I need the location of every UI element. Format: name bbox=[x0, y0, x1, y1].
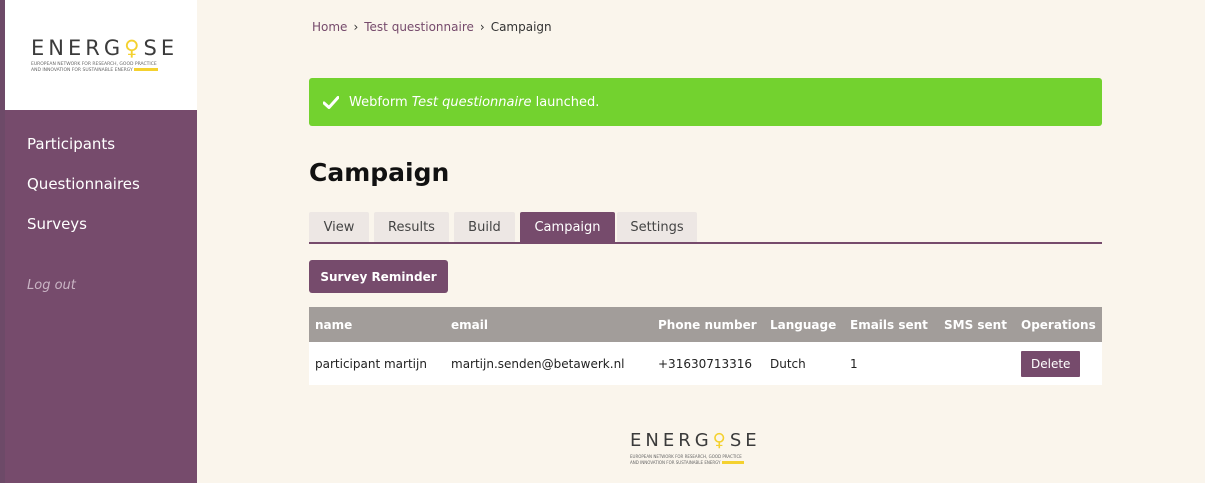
status-message-text: Webform Test questionnaire launched. bbox=[349, 94, 600, 110]
delete-button[interactable]: Delete bbox=[1021, 350, 1081, 377]
breadcrumb: Home › Test questionnaire › Campaign bbox=[312, 20, 552, 34]
status-message: Webform Test questionnaire launched. bbox=[309, 78, 1102, 126]
tab-settings[interactable]: Settings bbox=[617, 212, 697, 242]
column-header-email[interactable]: email bbox=[445, 307, 652, 342]
tab-results[interactable]: Results bbox=[374, 212, 449, 242]
cell-emails-sent: 1 bbox=[844, 342, 938, 385]
column-header-emails-sent[interactable]: Emails sent bbox=[844, 307, 938, 342]
column-header-operations: Operations bbox=[1015, 307, 1102, 342]
tab-view[interactable]: View bbox=[309, 212, 369, 242]
logout-link[interactable]: Log out bbox=[27, 278, 76, 293]
tab-build[interactable]: Build bbox=[454, 212, 515, 242]
sidebar: ENERG♀SE European network for research, … bbox=[5, 0, 197, 483]
footer-logo-wordmark: ENERG♀SE bbox=[630, 430, 761, 451]
breadcrumb-separator: › bbox=[353, 20, 359, 34]
logo-tagline: European network for research, good prac… bbox=[31, 62, 159, 73]
footer-logo: ENERG♀SE European network for research, … bbox=[630, 430, 790, 465]
cell-operations: Delete bbox=[1015, 342, 1102, 385]
lightbulb-icon: ♀ bbox=[712, 430, 730, 451]
column-header-sms-sent[interactable]: SMS sent bbox=[938, 307, 1015, 342]
lightbulb-icon: ♀ bbox=[124, 36, 144, 60]
sidebar-logo[interactable]: ENERG♀SE European network for research, … bbox=[5, 0, 197, 110]
cell-phone: +31630713316 bbox=[652, 342, 764, 385]
check-icon bbox=[323, 95, 339, 109]
table-header-row: name email Phone number Language Emails … bbox=[309, 307, 1102, 342]
breadcrumb-separator: › bbox=[479, 20, 485, 34]
breadcrumb-current: Campaign bbox=[490, 20, 552, 34]
column-header-language[interactable]: Language bbox=[764, 307, 844, 342]
cell-language: Dutch bbox=[764, 342, 844, 385]
sidebar-nav: Participants Questionnaires Surveys Log … bbox=[5, 110, 197, 483]
sidebar-item-surveys[interactable]: Surveys bbox=[27, 215, 87, 233]
participants-table: name email Phone number Language Emails … bbox=[309, 307, 1102, 385]
footer-logo-tagline: European network for research, good prac… bbox=[630, 454, 744, 465]
cell-email: martijn.senden@betawerk.nl bbox=[445, 342, 652, 385]
page-title: Campaign bbox=[309, 158, 450, 187]
cell-name: participant martijn bbox=[309, 342, 445, 385]
sidebar-item-questionnaires[interactable]: Questionnaires bbox=[27, 175, 140, 193]
breadcrumb-test-questionnaire[interactable]: Test questionnaire bbox=[364, 20, 474, 34]
column-header-phone[interactable]: Phone number bbox=[652, 307, 764, 342]
breadcrumb-home[interactable]: Home bbox=[312, 20, 347, 34]
tab-campaign[interactable]: Campaign bbox=[520, 212, 615, 242]
status-message-form-name: Test questionnaire bbox=[411, 94, 532, 110]
cell-sms-sent bbox=[938, 342, 1015, 385]
logo-wordmark: ENERG♀SE bbox=[31, 36, 179, 60]
survey-reminder-button[interactable]: Survey Reminder bbox=[309, 260, 448, 293]
sidebar-item-participants[interactable]: Participants bbox=[27, 135, 115, 153]
column-header-name[interactable]: name bbox=[309, 307, 445, 342]
tab-bar: View Results Build Campaign Settings bbox=[309, 212, 1102, 244]
table-row: participant martijn martijn.senden@betaw… bbox=[309, 342, 1102, 385]
